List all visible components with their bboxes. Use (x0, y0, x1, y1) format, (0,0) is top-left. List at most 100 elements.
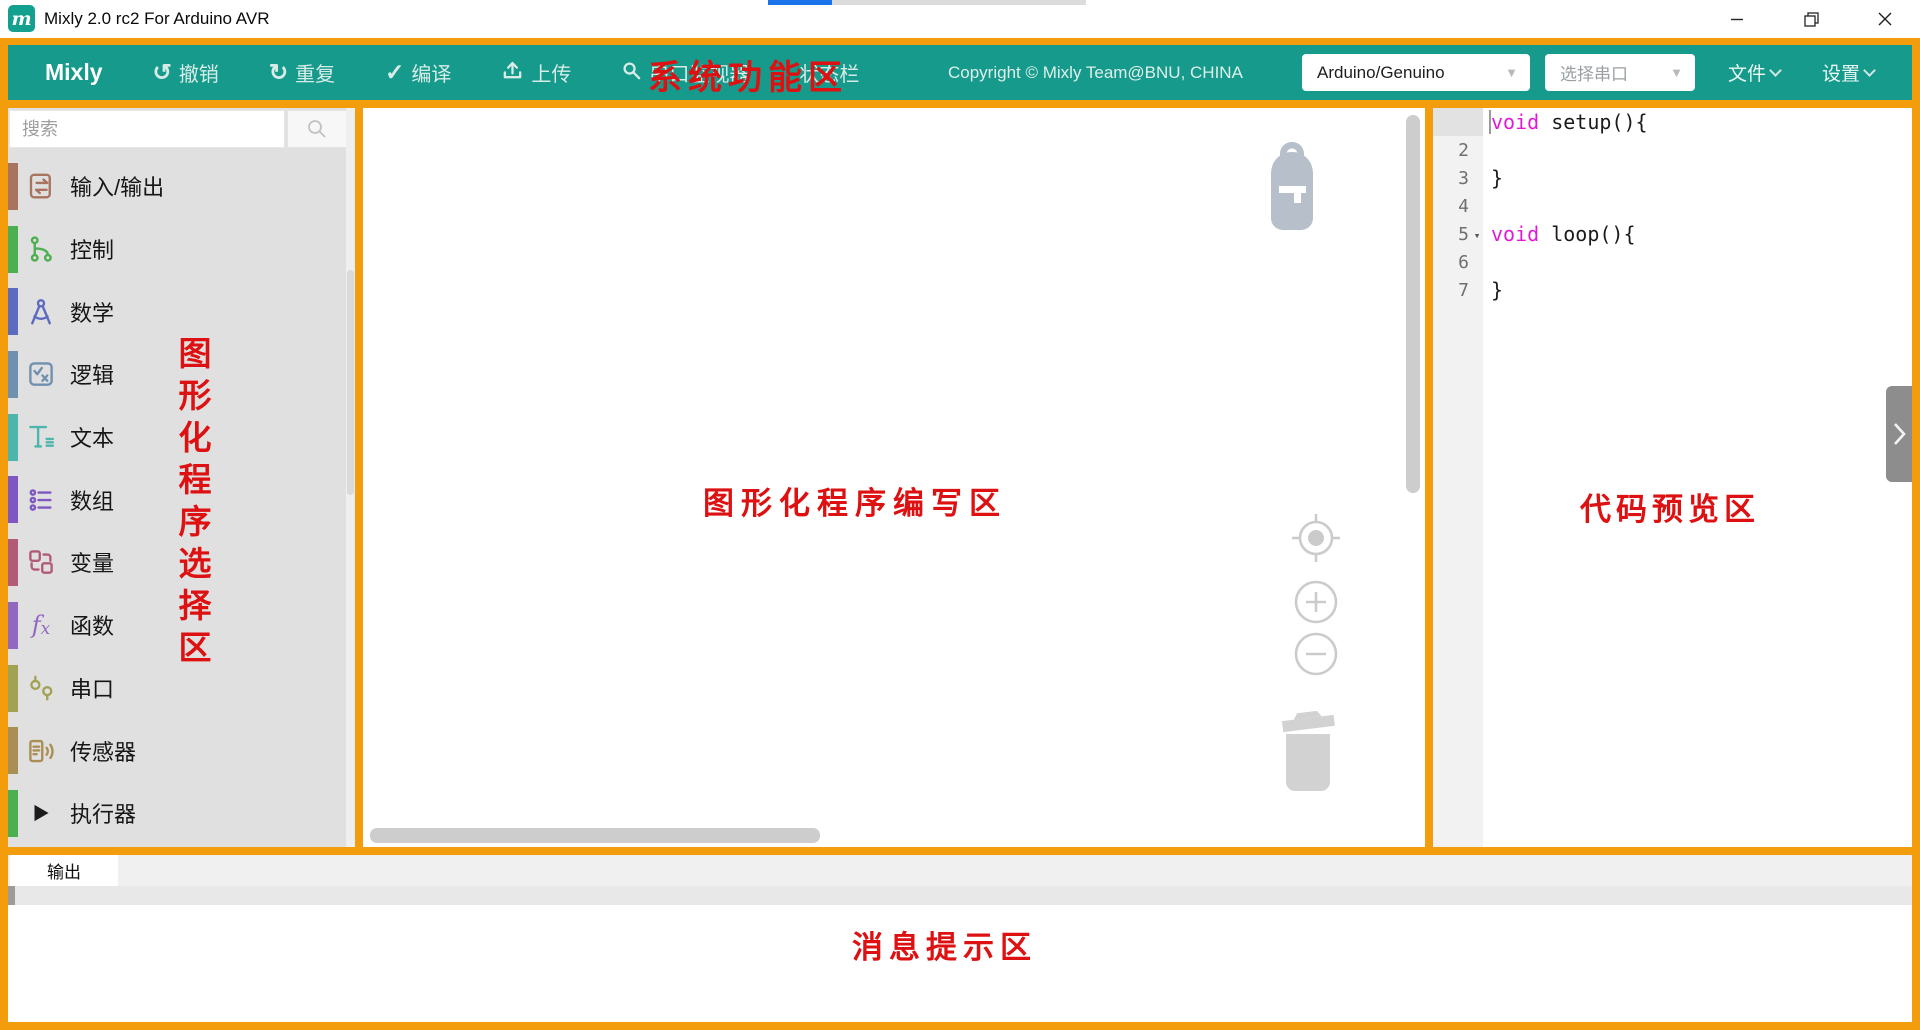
code-preview-panel: 1▾void setup(){23}45▾void loop(){67} (1433, 108, 1912, 847)
category-label: 串口 (70, 672, 114, 704)
line-number: 6 (1433, 252, 1469, 273)
frame-left-border (0, 38, 8, 1030)
chevron-down-icon (1769, 64, 1782, 77)
active-line-highlight (1433, 108, 1483, 136)
progress-done (768, 0, 832, 5)
redo-button[interactable]: ↻重复 (269, 58, 335, 87)
logic-icon (24, 357, 58, 391)
category-color-bar (8, 539, 18, 586)
sidebar-category[interactable]: 变量 (8, 531, 355, 594)
mixly-logo-icon: m (8, 5, 35, 32)
sidebar-scrollbar-thumb[interactable] (347, 270, 354, 495)
serial-monitor-button[interactable]: 串口监视器 (621, 58, 749, 87)
search-icon (306, 118, 328, 140)
fold-caret-icon[interactable]: ▾ (1469, 226, 1485, 242)
code-text: } (1485, 166, 1503, 190)
collapse-code-panel-button[interactable] (1886, 386, 1912, 482)
category-color-bar (8, 602, 18, 649)
fold-caret-icon (1469, 149, 1485, 152)
category-label: 变量 (70, 546, 114, 578)
sidebar-category[interactable]: 执行器 (8, 782, 355, 845)
frame-bottom-border (0, 1022, 1920, 1030)
fold-caret-icon (1469, 289, 1485, 292)
mixly-window: m Mixly 2.0 rc2 For Arduino AVR Mixly ↺撤… (0, 0, 1920, 1030)
port-selector[interactable]: 选择串口 ▼ (1545, 54, 1695, 91)
undo-button[interactable]: ↺撤销 (153, 58, 219, 87)
category-color-bar (8, 665, 18, 712)
chevron-down-icon: ▼ (1670, 65, 1683, 80)
output-scrollbar-thumb[interactable] (8, 886, 15, 905)
redo-icon: ↻ (269, 61, 288, 84)
category-label: 输入/输出 (70, 170, 164, 202)
category-color-bar (8, 226, 18, 273)
sidebar-category[interactable]: 数组 (8, 468, 355, 531)
close-button[interactable] (1860, 0, 1910, 38)
search-button[interactable] (287, 110, 347, 148)
sidebar-category[interactable]: 逻辑 (8, 343, 355, 406)
input-output-icon (24, 169, 58, 203)
settings-menu-label: 设置 (1822, 59, 1860, 86)
toolbar-button-label: 编译 (411, 58, 451, 87)
window-title: Mixly 2.0 rc2 For Arduino AVR (44, 0, 270, 38)
toolbar: Mixly ↺撤销 ↻重复 ✓编译 上传 串口监视器 状态栏 Copyright © Mi… (0, 45, 1920, 100)
category-label: 数学 (70, 296, 114, 328)
statusbar-button[interactable]: 状态栏 (799, 58, 859, 87)
zoom-reset-button[interactable] (1292, 514, 1340, 562)
sidebar-category[interactable]: 文本 (8, 406, 355, 469)
category-label: 逻辑 (70, 358, 114, 390)
minimize-button[interactable] (1712, 0, 1762, 38)
category-label: 传感器 (70, 735, 136, 767)
category-color-bar (8, 414, 18, 461)
sidebar-category[interactable]: 串口 (8, 657, 355, 720)
settings-menu[interactable]: 设置 (1822, 45, 1874, 100)
restore-button[interactable] (1786, 0, 1836, 38)
sidebar-category[interactable]: 传感器 (8, 719, 355, 782)
search-input[interactable] (9, 110, 285, 148)
code-text: void setup(){ (1485, 110, 1648, 134)
compile-check-button[interactable]: ✓编译 (385, 58, 451, 87)
board-selector[interactable]: Arduino/Genuino ▼ (1302, 54, 1530, 91)
file-menu[interactable]: 文件 (1728, 45, 1780, 100)
sidebar-category[interactable]: 输入/输出 (8, 155, 355, 218)
category-label: 执行器 (70, 797, 136, 829)
block-category-sidebar: 输入/输出控制数学逻辑文本数组变量 fx函数串口传感器执行器 (8, 108, 355, 847)
frame-message-divider (0, 847, 1920, 855)
upload-icon (501, 59, 524, 86)
sidebar-category[interactable]: 数学 (8, 280, 355, 343)
code-line: 5▾void loop(){ (1433, 220, 1912, 248)
frame-toolbar-divider (0, 100, 1920, 108)
sidebar-category[interactable]: fx函数 (8, 594, 355, 657)
restore-icon (1804, 12, 1819, 27)
zoom-in-button[interactable] (1296, 582, 1336, 622)
code-line: 4 (1433, 192, 1912, 220)
upload-button[interactable]: 上传 (501, 58, 571, 87)
undo-icon: ↺ (153, 61, 172, 84)
variable-icon (24, 545, 58, 579)
code-text: } (1485, 278, 1503, 302)
code-line: 1▾void setup(){ (1433, 108, 1912, 136)
category-color-bar (8, 727, 18, 774)
category-color-bar (8, 163, 18, 210)
code-line: 7} (1433, 276, 1912, 304)
mixly-menu-button[interactable]: Mixly (45, 59, 103, 86)
progress-bar (768, 0, 1086, 5)
sidebar-category[interactable]: 控制 (8, 218, 355, 281)
blockly-workspace[interactable] (363, 108, 1425, 847)
backpack-icon[interactable] (1259, 138, 1325, 239)
frame-top-border (0, 38, 1920, 45)
frame-code-divider (1425, 108, 1433, 847)
tab-output[interactable]: 输出 (10, 855, 118, 886)
frame-right-border (1912, 38, 1920, 1030)
trash-icon[interactable] (1276, 706, 1340, 799)
close-icon (1878, 12, 1892, 26)
array-icon (24, 483, 58, 517)
serial-monitor-icon (621, 60, 642, 85)
control-icon (24, 232, 58, 266)
zoom-out-button[interactable] (1296, 634, 1336, 674)
copyright-text: Copyright © Mixly Team@BNU, CHINA (948, 45, 1243, 100)
horizontal-scrollbar-thumb[interactable] (370, 828, 820, 843)
vertical-scrollbar-thumb[interactable] (1406, 115, 1420, 493)
sidebar-scrollbar-track (346, 108, 355, 847)
output-scroll-strip (8, 886, 1912, 905)
actuator-icon (24, 796, 58, 830)
